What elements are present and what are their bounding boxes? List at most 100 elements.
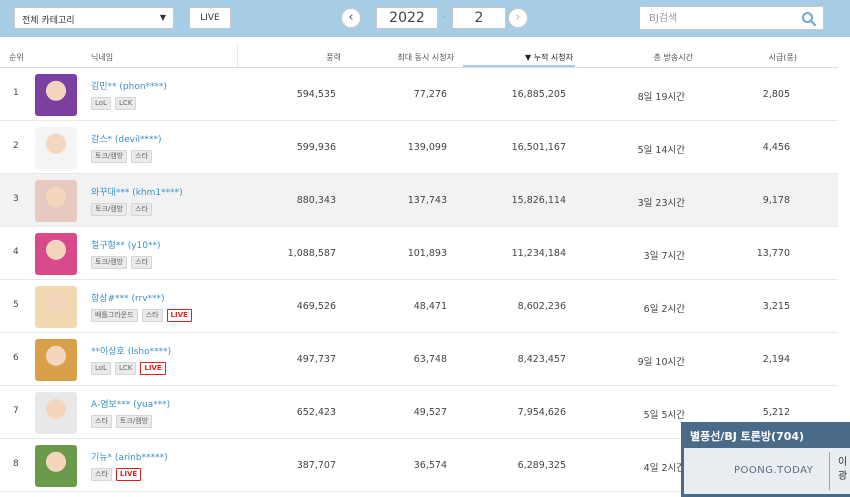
- month-field[interactable]: 2: [452, 7, 506, 29]
- table-row[interactable]: 6 **이상호 (lsho****) LoL LCK LIVE 497,737 63,748…: [0, 333, 838, 386]
- header-divider: [237, 45, 238, 68]
- tag-list: 배틀그라운드 스타 LIVE: [91, 309, 192, 322]
- live-badge[interactable]: LIVE: [140, 362, 166, 375]
- power-value: 1,088,587: [287, 248, 336, 259]
- rank-number: 7: [13, 406, 19, 416]
- peak-viewers-value: 101,893: [407, 248, 447, 259]
- table-row[interactable]: 4 철구형** (y10**) 토크/캠방 스타 1,088,587 101,893 11,…: [0, 227, 838, 280]
- avatar[interactable]: [35, 392, 77, 434]
- avatar[interactable]: [35, 339, 77, 381]
- category-tag[interactable]: 스타: [131, 203, 153, 216]
- power-value: 469,526: [296, 301, 336, 312]
- category-tag[interactable]: 토크/캠방: [91, 150, 128, 163]
- category-tag[interactable]: 스타: [131, 256, 153, 269]
- year-field[interactable]: 2022: [376, 7, 438, 29]
- total-viewers-value: 15,826,114: [511, 195, 566, 206]
- rank-number: 5: [13, 300, 19, 310]
- header-power[interactable]: 풍력: [326, 52, 341, 63]
- next-month-button[interactable]: ›: [508, 8, 528, 28]
- category-tag[interactable]: LoL: [91, 97, 111, 110]
- avatar[interactable]: [35, 74, 77, 116]
- tag-list: LoL LCK: [91, 97, 137, 110]
- avatar[interactable]: [35, 233, 77, 275]
- hourly-wage-value: 2,805: [762, 89, 790, 100]
- chevron-left-icon: ‹: [348, 10, 354, 25]
- category-tag[interactable]: 스타: [91, 468, 112, 481]
- hourly-wage-value: 9,178: [762, 195, 790, 206]
- category-select[interactable]: 전체 카테고리 ▼: [14, 7, 174, 29]
- category-tag[interactable]: 배틀그라운드: [91, 309, 138, 322]
- rank-number: 3: [13, 194, 19, 204]
- bj-nickname-link[interactable]: 철구형** (y10**): [91, 238, 161, 251]
- category-tag[interactable]: 스타: [91, 415, 112, 428]
- table-row[interactable]: 2 감스* (devil****) 토크/캠방 스타 599,936 139,099 16,…: [0, 121, 838, 174]
- power-value: 594,535: [296, 89, 336, 100]
- total-viewers-value: 16,885,205: [511, 89, 566, 100]
- header-nickname[interactable]: 닉네임: [91, 52, 113, 63]
- hourly-wage-value: 13,770: [756, 248, 790, 259]
- header-hourly-wage[interactable]: 시급(풍): [769, 52, 797, 63]
- popup-side-text-2: 광: [838, 471, 848, 482]
- category-tag[interactable]: LCK: [114, 362, 137, 375]
- bj-search-box: [639, 6, 824, 30]
- category-tag[interactable]: 스타: [141, 309, 163, 322]
- bj-discussion-popup[interactable]: 별풍선/BJ 토론방(704) POONG.TODAY 이 광: [681, 422, 850, 497]
- popup-body: POONG.TODAY 이 광: [684, 448, 850, 494]
- avatar[interactable]: [35, 445, 77, 487]
- peak-viewers-value: 77,276: [413, 89, 447, 100]
- bj-nickname-link[interactable]: 와꾸대*** (khm1****): [91, 185, 183, 198]
- table-row[interactable]: 1 김민** (phon****) LoL LCK 594,535 77,276 16,88…: [0, 68, 838, 121]
- bj-nickname-link[interactable]: 항상#*** (rrv***): [91, 291, 165, 304]
- date-separator: ·: [442, 13, 445, 22]
- live-badge[interactable]: LIVE: [166, 309, 192, 322]
- broadcast-time-value: 5일 14시간: [637, 145, 685, 156]
- bj-nickname-link[interactable]: 김민** (phon****): [91, 79, 167, 92]
- peak-viewers-value: 139,099: [407, 142, 447, 153]
- avatar[interactable]: [35, 180, 77, 222]
- power-value: 599,936: [296, 142, 336, 153]
- peak-viewers-value: 63,748: [413, 354, 447, 365]
- bj-nickname-link[interactable]: **이상호 (lsho****): [91, 344, 171, 357]
- category-tag[interactable]: 스타: [131, 150, 153, 163]
- tag-list: 토크/캠방 스타: [91, 256, 153, 269]
- hourly-wage-value: 4,456: [762, 142, 790, 153]
- avatar[interactable]: [35, 127, 77, 169]
- category-tag[interactable]: 토크/캠방: [91, 203, 128, 216]
- broadcast-time-value: 9일 10시간: [637, 357, 685, 368]
- category-tag[interactable]: LCK: [114, 97, 137, 110]
- rank-number: 1: [13, 88, 19, 98]
- search-icon[interactable]: [801, 11, 817, 27]
- table-row[interactable]: 3 와꾸대*** (khm1****) 토크/캠방 스타 880,343 137,743 1…: [0, 174, 838, 227]
- avatar[interactable]: [35, 286, 77, 328]
- table-row[interactable]: 5 항상#*** (rrv***) 배틀그라운드 스타 LIVE 469,526 48,47…: [0, 280, 838, 333]
- header-peak-viewers[interactable]: 최대 동시 시청자: [397, 52, 454, 63]
- total-viewers-value: 7,954,626: [517, 407, 566, 418]
- peak-viewers-value: 48,471: [413, 301, 447, 312]
- live-badge[interactable]: LIVE: [115, 468, 142, 481]
- rank-number: 4: [13, 247, 19, 257]
- header-total-viewers[interactable]: ▼ 누적 시청자: [525, 52, 573, 63]
- power-value: 652,423: [296, 407, 336, 418]
- peak-viewers-value: 36,574: [413, 460, 447, 471]
- popup-title[interactable]: 별풍선/BJ 토론방(704): [690, 428, 804, 444]
- bj-search-input[interactable]: [649, 11, 789, 26]
- category-tag[interactable]: LoL: [91, 362, 111, 375]
- power-value: 497,737: [296, 354, 336, 365]
- tag-list: 토크/캠방 스타: [91, 203, 153, 216]
- peak-viewers-value: 49,527: [413, 407, 447, 418]
- live-filter-button[interactable]: LIVE: [189, 7, 231, 29]
- broadcast-time-value: 4일 2시간: [643, 463, 685, 474]
- broadcast-time-value: 8일 19시간: [637, 92, 685, 103]
- hourly-wage-value: 3,215: [762, 301, 790, 312]
- broadcast-time-value: 3일 7시간: [643, 251, 685, 262]
- total-viewers-value: 6,289,325: [517, 460, 566, 471]
- rank-number: 6: [13, 353, 19, 363]
- bj-nickname-link[interactable]: 기뉴* (arinb*****): [91, 450, 168, 463]
- category-tag[interactable]: 토크/캠방: [115, 415, 153, 428]
- category-tag[interactable]: 토크/캠방: [91, 256, 128, 269]
- bj-nickname-link[interactable]: 감스* (devil****): [91, 132, 162, 145]
- prev-month-button[interactable]: ‹: [341, 8, 361, 28]
- header-broadcast-time[interactable]: 총 방송시간: [654, 52, 693, 63]
- bj-nickname-link[interactable]: A-염보*** (yua***): [91, 397, 170, 410]
- header-rank[interactable]: 순위: [9, 52, 24, 63]
